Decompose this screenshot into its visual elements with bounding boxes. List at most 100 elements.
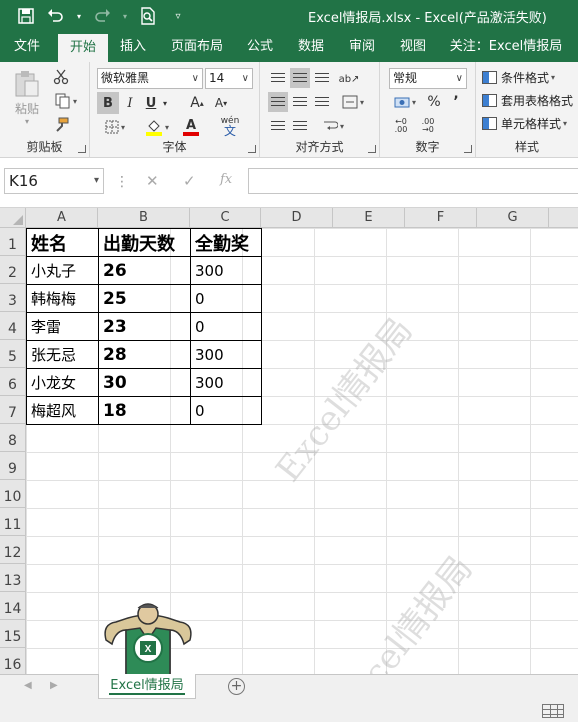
merge-center-button[interactable]: ▾ [336, 92, 370, 112]
column-header-d[interactable]: D [261, 208, 333, 228]
row-header[interactable]: 4 [0, 312, 26, 340]
table-cell-name[interactable]: 小龙女 [26, 368, 99, 397]
align-bottom-button[interactable] [312, 68, 332, 88]
row-header[interactable]: 1 [0, 228, 26, 256]
cut-button[interactable] [50, 66, 72, 88]
row-header[interactable]: 3 [0, 284, 26, 312]
cell-styles-button[interactable]: 单元格样式 ▾ [482, 112, 567, 134]
table-cell-bonus[interactable]: 0 [190, 284, 262, 313]
number-launcher-icon[interactable] [464, 145, 472, 153]
table-cell-days[interactable]: 18 [98, 396, 191, 425]
column-header-b[interactable]: B [98, 208, 190, 228]
format-as-table-button[interactable]: 套用表格格式 [482, 89, 573, 111]
increase-decimal-button[interactable]: ←0 .00 [389, 116, 413, 136]
row-header[interactable]: 13 [0, 564, 26, 592]
comma-button[interactable]: ’ [448, 92, 464, 112]
formula-input[interactable] [248, 168, 578, 194]
table-cell-name[interactable]: 李雷 [26, 312, 99, 341]
row-header[interactable]: 6 [0, 368, 26, 396]
row-header[interactable]: 16 [0, 648, 26, 674]
orientation-button[interactable]: ab↗ [338, 68, 360, 90]
cancel-icon[interactable]: ✕ [146, 172, 159, 190]
format-painter-button[interactable] [50, 114, 72, 136]
grow-font-button[interactable]: A ▴ [187, 92, 207, 114]
enter-icon[interactable]: ✓ [183, 172, 196, 190]
column-header-a[interactable]: A [26, 208, 98, 228]
undo-dropdown-icon[interactable]: ▾ [74, 5, 84, 27]
column-header-h[interactable] [549, 208, 578, 228]
tab-review[interactable]: 审阅 [342, 32, 382, 62]
table-cell-days[interactable]: 30 [98, 368, 191, 397]
column-header-c[interactable]: C [190, 208, 261, 228]
row-header[interactable]: 2 [0, 256, 26, 284]
wrap-text-button[interactable]: ▾ [316, 116, 350, 136]
table-cell-bonus[interactable]: 0 [190, 396, 262, 425]
column-header-e[interactable]: E [333, 208, 405, 228]
align-center-button[interactable] [290, 92, 310, 112]
table-header-cell[interactable]: 全勤奖 [190, 228, 262, 257]
font-color-button[interactable]: A [176, 116, 206, 138]
undo-icon[interactable] [44, 5, 68, 27]
column-header-f[interactable]: F [405, 208, 477, 228]
percent-button[interactable]: % [424, 92, 444, 112]
insert-function-icon[interactable]: fx [220, 172, 232, 187]
table-cell-name[interactable]: 张无忌 [26, 340, 99, 369]
row-header[interactable]: 7 [0, 396, 26, 424]
underline-button[interactable]: U [142, 92, 160, 114]
font-size-combo[interactable]: 14 ∨ [205, 68, 253, 89]
column-header-g[interactable]: G [477, 208, 549, 228]
decrease-indent-button[interactable] [268, 116, 288, 136]
add-sheet-icon[interactable]: + [228, 678, 245, 695]
increase-indent-button[interactable] [290, 116, 310, 136]
row-header[interactable]: 5 [0, 340, 26, 368]
shrink-font-button[interactable]: A ▾ [211, 92, 231, 114]
table-header-cell[interactable]: 出勤天数 [98, 228, 191, 257]
table-cell-days[interactable]: 28 [98, 340, 191, 369]
table-header-cell[interactable]: 姓名 [26, 228, 99, 257]
tab-file[interactable]: 文件 [0, 32, 54, 62]
italic-button[interactable]: I [121, 92, 139, 114]
borders-button[interactable]: ▾ [97, 116, 133, 138]
scroll-right-icon[interactable]: ▶ [50, 680, 58, 691]
phonetic-button[interactable]: wén 文 [215, 114, 245, 138]
table-cell-bonus[interactable]: 300 [190, 340, 262, 369]
fill-color-button[interactable]: ▾ [142, 116, 172, 138]
align-top-button[interactable] [268, 68, 288, 88]
table-cell-days[interactable]: 26 [98, 256, 191, 285]
alignment-launcher-icon[interactable] [368, 145, 376, 153]
conditional-formatting-button[interactable]: 条件格式 ▾ [482, 66, 555, 88]
align-right-button[interactable] [312, 92, 332, 112]
table-cell-name[interactable]: 小丸子 [26, 256, 99, 285]
decrease-decimal-button[interactable]: .00 →0 [416, 116, 440, 136]
row-header[interactable]: 10 [0, 480, 26, 508]
table-cell-days[interactable]: 25 [98, 284, 191, 313]
align-left-button[interactable] [268, 92, 288, 112]
font-launcher-icon[interactable] [248, 145, 256, 153]
table-cell-bonus[interactable]: 0 [190, 312, 262, 341]
normal-view-icon[interactable] [542, 704, 564, 718]
tab-home[interactable]: 开始 [58, 34, 108, 62]
table-cell-name[interactable]: 梅超风 [26, 396, 99, 425]
align-middle-button[interactable] [290, 68, 310, 88]
bold-button[interactable]: B [97, 92, 119, 114]
font-name-combo[interactable]: 微软雅黑 ∨ [97, 68, 203, 89]
table-cell-name[interactable]: 韩梅梅 [26, 284, 99, 313]
sheet-tab[interactable]: Excel情报局 [98, 674, 196, 699]
customize-qat-icon[interactable]: ▿ [166, 5, 190, 27]
table-cell-bonus[interactable]: 300 [190, 368, 262, 397]
row-header[interactable]: 8 [0, 424, 26, 452]
paste-button[interactable]: 粘贴 ▾ [8, 68, 46, 128]
save-icon[interactable] [14, 5, 38, 27]
name-box[interactable]: K16 ▾ [4, 168, 104, 194]
table-cell-bonus[interactable]: 300 [190, 256, 262, 285]
copy-button[interactable]: ▾ [50, 90, 82, 112]
number-format-combo[interactable]: 常规 ∨ [389, 68, 467, 89]
underline-dropdown-icon[interactable]: ▾ [160, 92, 170, 114]
tab-page-layout[interactable]: 页面布局 [164, 32, 230, 62]
tab-data[interactable]: 数据 [290, 32, 332, 62]
clipboard-launcher-icon[interactable] [78, 145, 86, 153]
accounting-format-button[interactable]: ▾ [389, 92, 421, 112]
row-header[interactable]: 12 [0, 536, 26, 564]
row-header[interactable]: 9 [0, 452, 26, 480]
print-preview-icon[interactable] [136, 5, 160, 27]
